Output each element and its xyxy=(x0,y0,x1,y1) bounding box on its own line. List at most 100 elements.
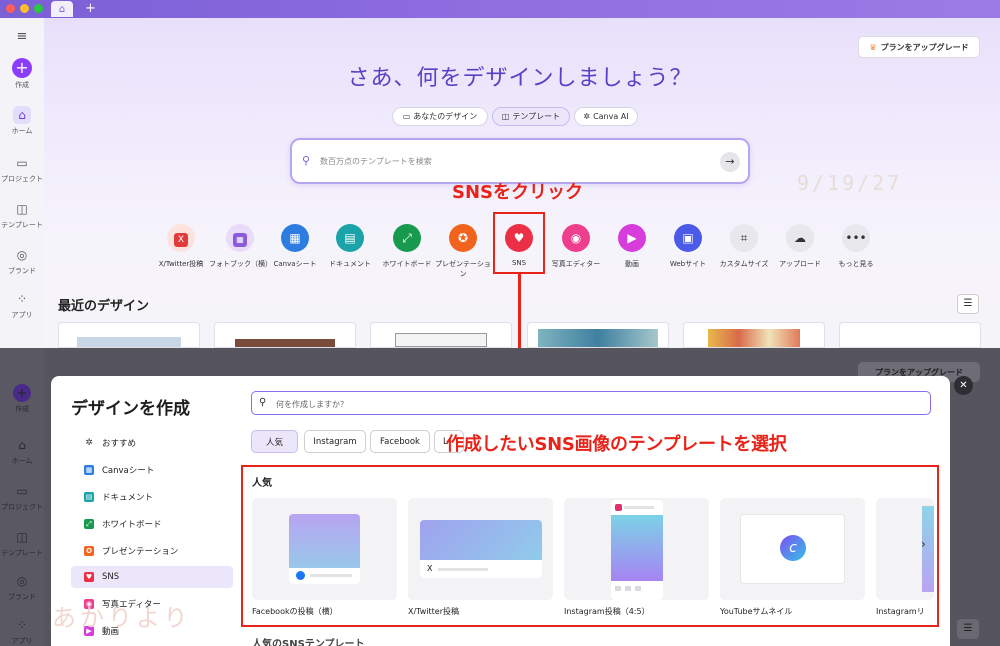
home-tab-icon[interactable]: ⌂ xyxy=(51,1,73,17)
window-titlebar: ⌂ + xyxy=(0,0,1000,18)
category-label: もっと見る xyxy=(838,260,874,268)
menu-item-documents[interactable]: ▤ ドキュメント xyxy=(71,486,233,508)
minimize-window-icon[interactable] xyxy=(20,4,29,13)
list-view-icon[interactable]: ☰ xyxy=(957,294,979,314)
category-whiteboard[interactable]: ⤢ ホワイトボード xyxy=(376,224,438,269)
category-photobook[interactable]: ▦ フォトブック（横） xyxy=(209,224,272,269)
search-placeholder: 数百万点のテンプレートを検索 xyxy=(320,157,432,166)
more-icon: ••• xyxy=(842,224,870,252)
menu-item-label: ドキュメント xyxy=(102,493,154,503)
chip-instagram[interactable]: Instagram xyxy=(304,430,366,453)
callout-select-template: 作成したいSNS画像のテンプレートを選択 xyxy=(446,434,787,455)
website-icon: ▣ xyxy=(674,224,702,252)
category-label: ホワイトボード xyxy=(382,260,432,268)
menu-item-whiteboard[interactable]: ⤢ ホワイトボード xyxy=(71,513,233,535)
menu-item-canva-sheets[interactable]: ▦ Canvaシート xyxy=(71,459,233,481)
home-icon: ⌂ xyxy=(18,438,26,452)
presentation-icon: ✪ xyxy=(84,546,94,556)
menu-item-label: おすすめ xyxy=(102,439,137,449)
document-icon: ▤ xyxy=(84,492,94,502)
recent-design-thumbnail[interactable] xyxy=(839,322,981,348)
sidebar-item-home[interactable]: ⌂ ホーム xyxy=(0,106,44,136)
category-upload[interactable]: ☁ アップロード xyxy=(769,224,831,269)
recent-design-thumbnail[interactable] xyxy=(527,322,669,348)
sidebar-menu-icon[interactable]: ≡ xyxy=(0,28,44,48)
recent-design-thumbnail[interactable] xyxy=(214,322,356,348)
category-video[interactable]: ▶ 動画 xyxy=(601,224,663,269)
hero-title: さあ、何をデザインしましょう？ xyxy=(347,66,693,91)
recent-design-thumbnail[interactable] xyxy=(683,322,825,348)
card-label: YouTubeサムネイル xyxy=(720,607,793,616)
category-label: Webサイト xyxy=(669,260,707,268)
brand-icon: ◎ xyxy=(16,574,28,588)
upgrade-plan-button[interactable]: ♛ プランをアップグレード xyxy=(858,36,980,58)
category-label: プレゼンテーション xyxy=(435,260,491,278)
card-x-twitter-post[interactable]: X xyxy=(408,498,553,600)
card-youtube-thumbnail[interactable]: c xyxy=(720,498,865,600)
canva-logo-icon: c xyxy=(780,535,806,561)
menu-item-label: Canvaシート xyxy=(102,466,155,476)
tab-templates[interactable]: ◫ テンプレート xyxy=(492,107,570,126)
cloud-upload-icon: ☁ xyxy=(786,224,814,252)
sidebar-item-projects[interactable]: ▭ プロジェクト xyxy=(0,154,44,184)
card-label: X/Twitter投稿 xyxy=(408,607,459,616)
popular-sns-templates-title: 人気のSNSテンプレート xyxy=(252,639,365,646)
category-custom-size[interactable]: ⌗ カスタムサイズ xyxy=(713,224,775,269)
sidebar-item-home-dimmed: ⌂ ホーム xyxy=(0,436,44,466)
sidebar-item-label: アプリ xyxy=(11,311,33,319)
folder-icon: ▭ xyxy=(16,484,28,498)
tab-label: あなたのデザイン xyxy=(413,112,478,121)
menu-item-presentation[interactable]: ✪ プレゼンテーション xyxy=(71,540,233,562)
recent-design-thumbnail[interactable] xyxy=(370,322,512,348)
document-icon: ▤ xyxy=(336,224,364,252)
tab-your-designs[interactable]: ▭ あなたのデザイン xyxy=(392,107,488,126)
search-icon: ⚲ xyxy=(259,397,267,408)
card-instagram-post[interactable] xyxy=(564,498,709,600)
category-canva-sheets[interactable]: ▦ Canvaシート xyxy=(264,224,326,269)
category-documents[interactable]: ▤ ドキュメント xyxy=(319,224,381,269)
recent-design-thumbnail[interactable] xyxy=(58,322,200,348)
menu-item-recommended[interactable]: ✲ おすすめ xyxy=(71,432,233,454)
sidebar-item-label: ブランド xyxy=(8,267,36,275)
menu-item-sns[interactable]: ♥ SNS xyxy=(71,566,233,588)
category-x-twitter[interactable]: X X/Twitter投稿 xyxy=(150,224,212,269)
arrow-right-icon[interactable]: → xyxy=(720,152,740,172)
sidebar-item-templates[interactable]: ◫ テンプレート xyxy=(0,200,44,230)
callout-click-sns: SNSをクリック xyxy=(452,182,583,203)
create-search-input[interactable]: ⚲ 何を作成しますか？ xyxy=(251,391,931,415)
chip-facebook[interactable]: Facebook xyxy=(370,430,430,453)
maximize-window-icon[interactable] xyxy=(34,4,43,13)
sidebar-item-brand-dimmed: ◎ ブランド xyxy=(0,572,44,602)
chip-popular[interactable]: 人気 xyxy=(251,430,298,453)
category-photo-editor[interactable]: ◉ 写真エディター xyxy=(545,224,607,269)
date-watermark: 9/19/27 xyxy=(797,171,903,195)
sidebar-item-label: ブランド xyxy=(8,593,36,601)
popular-section-title: 人気 xyxy=(252,478,272,489)
folder-icon: ▭ xyxy=(402,112,411,121)
menu-item-label: ホワイトボード xyxy=(102,520,162,530)
category-website[interactable]: ▣ Webサイト xyxy=(657,224,719,269)
brand-icon: ◎ xyxy=(16,248,28,262)
category-presentation[interactable]: ✪ プレゼンテーション xyxy=(432,224,494,279)
tab-label: テンプレート xyxy=(512,112,561,121)
sidebar-item-apps[interactable]: ⁘ アプリ xyxy=(0,290,44,320)
sidebar-item-brand[interactable]: ◎ ブランド xyxy=(0,246,44,276)
sidebar-dimmed: + 作成 ⌂ ホーム ▭ プロジェクト ◫ テンプレート ◎ ブランド ⁘ アプ… xyxy=(0,348,44,646)
sidebar-item-apps-dimmed: ⁘ アプリ xyxy=(0,616,44,646)
x-icon: X xyxy=(427,564,433,573)
upgrade-plan-label: プランをアップグレード xyxy=(880,42,969,52)
highlight-sns-box xyxy=(493,212,545,274)
category-label: X/Twitter投稿 xyxy=(158,260,204,268)
recent-designs-title: 最近のデザイン xyxy=(58,299,150,314)
category-more[interactable]: ••• もっと見る xyxy=(825,224,887,269)
crown-icon: ♛ xyxy=(869,42,877,52)
camera-icon: ◉ xyxy=(562,224,590,252)
close-window-icon[interactable] xyxy=(6,4,15,13)
card-facebook-post[interactable] xyxy=(252,498,397,600)
chevron-right-icon[interactable]: › xyxy=(921,537,926,551)
close-icon[interactable]: ✕ xyxy=(954,376,973,395)
category-label: ドキュメント xyxy=(329,260,371,268)
whiteboard-icon: ⤢ xyxy=(393,224,421,252)
new-tab-icon[interactable]: + xyxy=(85,1,96,16)
tab-canva-ai[interactable]: ✲ Canva AI xyxy=(574,107,638,126)
